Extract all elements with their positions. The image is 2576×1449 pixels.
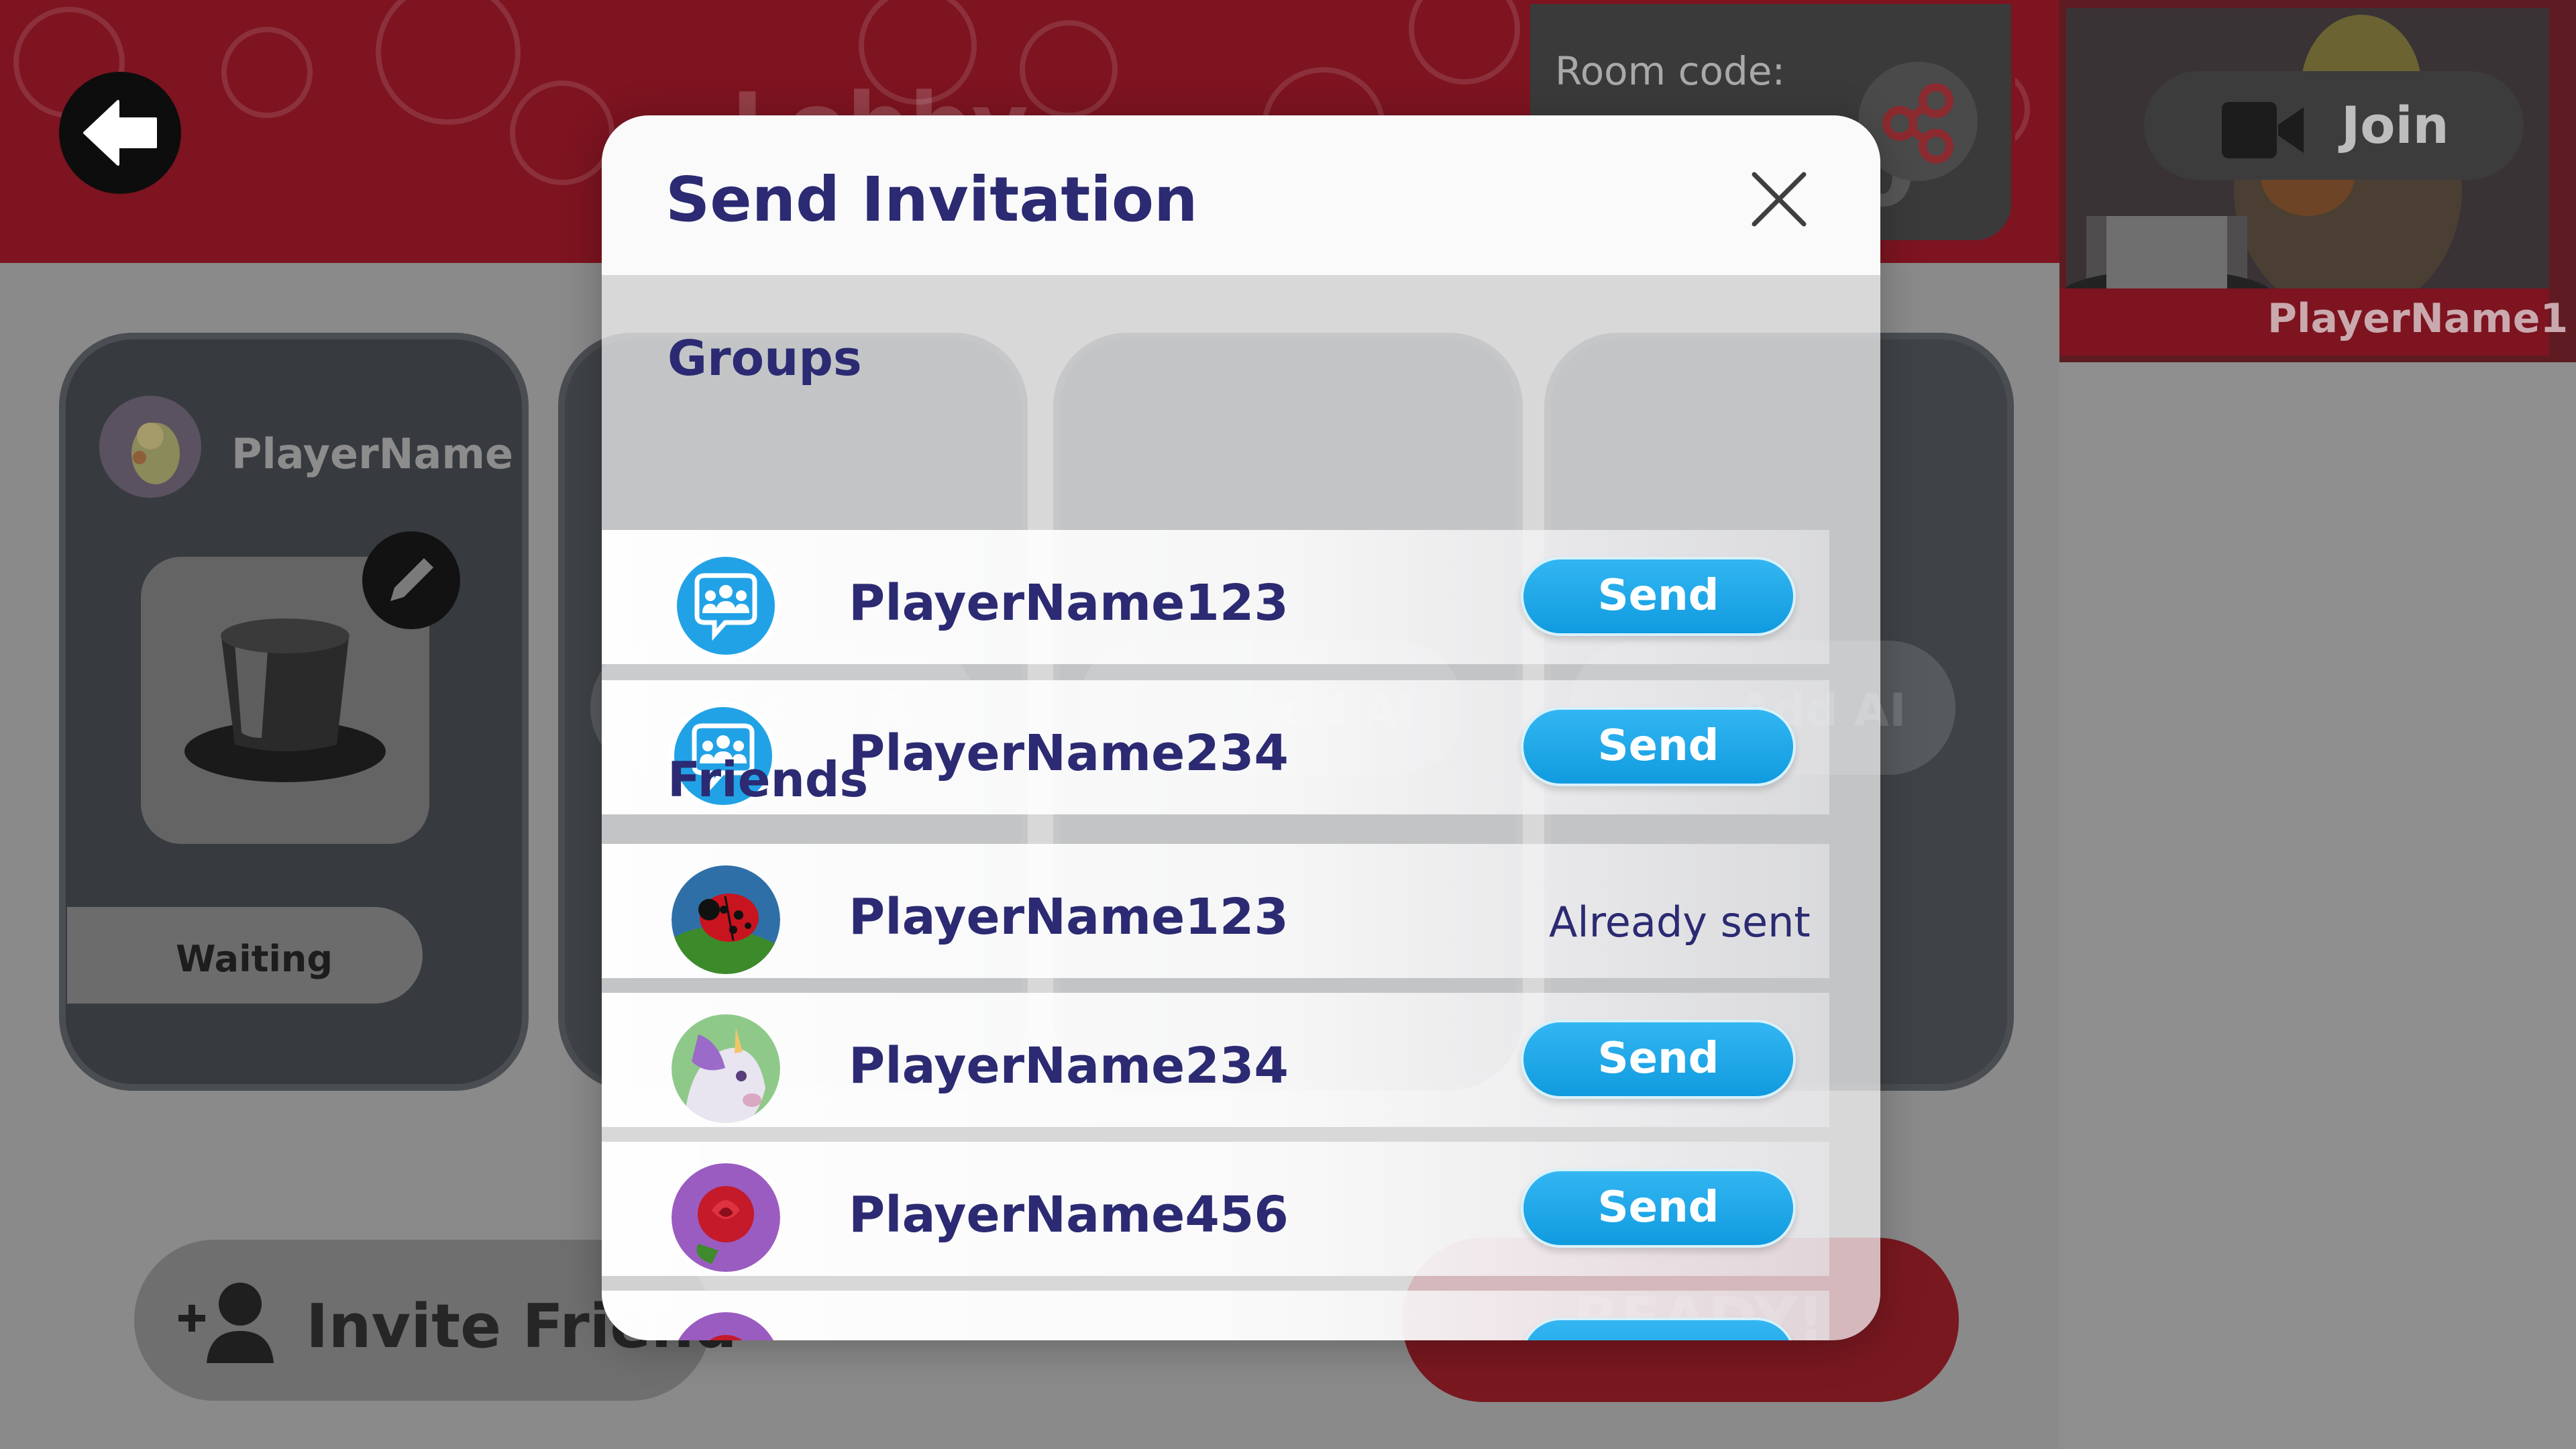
rose-avatar (672, 1163, 780, 1272)
unicorn-avatar (672, 1014, 780, 1123)
arrow-left-icon (83, 100, 157, 166)
add-user-icon (178, 1283, 274, 1363)
send-button[interactable]: Send (1521, 1020, 1796, 1099)
group-row: PlayerName123 Send (602, 530, 1829, 664)
room-code-label: Room code: (1555, 48, 1786, 94)
close-icon (1752, 172, 1807, 227)
group-name: PlayerName123 (849, 574, 1289, 632)
send-button[interactable]: Send (1521, 557, 1796, 636)
friend-row-partial (602, 1291, 1829, 1340)
friend-name: PlayerName123 (849, 888, 1289, 946)
send-invitation-dialog: Send Invitation Groups PlayerName123 Sen… (602, 115, 1880, 1340)
already-sent-label: Already sent (1549, 898, 1811, 947)
friend-name: PlayerName234 (849, 1037, 1289, 1095)
pencil-icon (390, 558, 433, 601)
rose-avatar (672, 1312, 780, 1340)
group-name: PlayerName234 (849, 724, 1289, 782)
send-button[interactable]: Send (1521, 707, 1796, 786)
join-video-button[interactable] (2144, 71, 2524, 180)
back-button[interactable] (59, 72, 181, 194)
close-button[interactable] (1742, 162, 1816, 236)
friends-section-title: Friends (667, 751, 869, 808)
send-button[interactable]: Send (1521, 1169, 1796, 1248)
player-name: PlayerName (231, 429, 514, 478)
player-avatar (99, 396, 201, 498)
video-player-name: PlayerName1 (2267, 295, 2569, 342)
send-button-partial[interactable] (1521, 1318, 1796, 1340)
friend-row: PlayerName123 Already sent (602, 844, 1829, 978)
friend-name: PlayerName456 (849, 1186, 1289, 1244)
player-status: Waiting (176, 938, 333, 980)
groups-section-title: Groups (667, 330, 862, 386)
edit-button[interactable] (362, 531, 460, 629)
group-chat-icon (672, 551, 780, 660)
friend-row: PlayerName234 Send (602, 993, 1829, 1127)
friend-row: PlayerName456 Send (602, 1142, 1829, 1276)
ladybug-avatar (672, 865, 780, 974)
video-camera-icon (2222, 98, 2304, 165)
dialog-title: Send Invitation (665, 164, 1198, 235)
right-panel (2059, 362, 2576, 1449)
join-label: Join (2341, 95, 2449, 155)
